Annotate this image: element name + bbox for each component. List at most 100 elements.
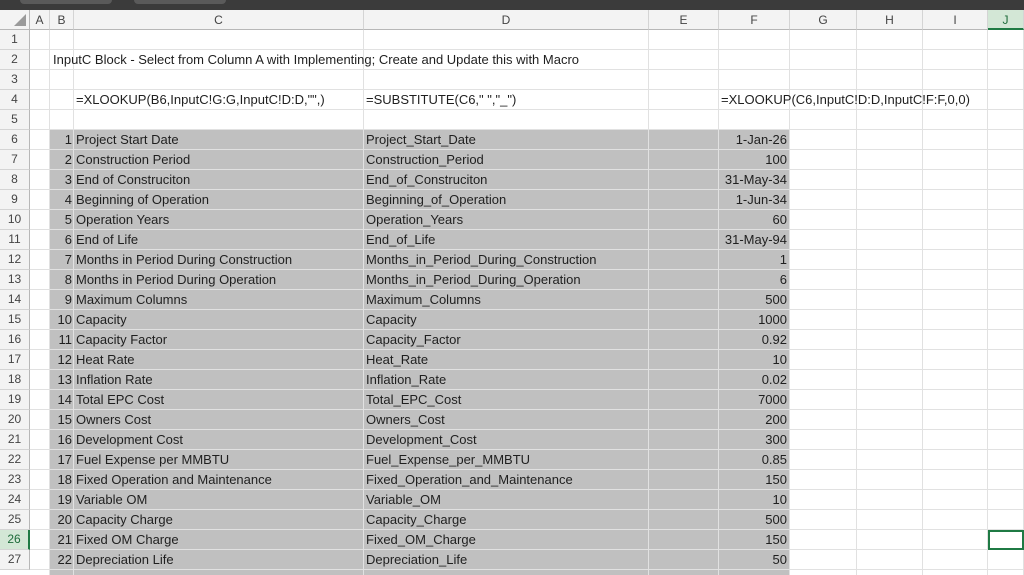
parameter-value-cell[interactable]: 200 (719, 410, 787, 430)
parameter-value-cell[interactable]: 7000 (719, 390, 787, 410)
row-header-8[interactable]: 8 (0, 170, 30, 190)
parameter-name-cell[interactable]: Total EPC Cost (76, 390, 164, 410)
parameter-key-cell[interactable]: Heat_Rate (366, 350, 428, 370)
parameter-key-cell[interactable]: Fuel_Expense_per_MMBTU (366, 450, 530, 470)
row-header-20[interactable]: 20 (0, 410, 30, 430)
index-cell[interactable]: 19 (50, 490, 72, 510)
column-header-a[interactable]: A (30, 10, 50, 30)
parameter-name-cell[interactable]: Operation Years (76, 210, 169, 230)
column-header-h[interactable]: H (857, 10, 923, 30)
row-header-24[interactable]: 24 (0, 490, 30, 510)
parameter-value-cell[interactable]: 10 (719, 350, 787, 370)
parameter-name-cell[interactable]: Capacity (76, 310, 127, 330)
index-cell[interactable]: 22 (50, 550, 72, 570)
parameter-key-cell[interactable]: Inflation_Rate (366, 370, 446, 390)
row-header-12[interactable]: 12 (0, 250, 30, 270)
row-header-9[interactable]: 9 (0, 190, 30, 210)
row-header-1[interactable]: 1 (0, 30, 30, 50)
index-cell[interactable]: 14 (50, 390, 72, 410)
index-cell[interactable]: 12 (50, 350, 72, 370)
parameter-name-cell[interactable]: Construction Period (76, 150, 190, 170)
parameter-value-cell[interactable]: 1000 (719, 310, 787, 330)
parameter-name-cell[interactable]: Beginning of Operation (76, 190, 209, 210)
index-cell[interactable]: 13 (50, 370, 72, 390)
parameter-key-cell[interactable]: Fixed_Operation_and_Maintenance (366, 470, 573, 490)
parameter-name-cell[interactable]: Variable OM (76, 490, 147, 510)
row-header-16[interactable]: 16 (0, 330, 30, 350)
parameter-value-cell[interactable]: 50 (719, 550, 787, 570)
index-cell[interactable]: 2 (50, 150, 72, 170)
parameter-name-cell[interactable]: Depreciation Life (76, 550, 174, 570)
row-header-7[interactable]: 7 (0, 150, 30, 170)
parameter-key-cell[interactable]: Months_in_Period_During_Construction (366, 250, 597, 270)
parameter-name-cell[interactable]: Owners Cost (76, 410, 151, 430)
parameter-key-cell[interactable]: Development_Cost (366, 430, 477, 450)
parameter-name-cell[interactable]: Fixed Operation and Maintenance (76, 470, 272, 490)
parameter-value-cell[interactable]: 100 (719, 150, 787, 170)
parameter-key-cell[interactable]: Months_in_Period_During_Operation (366, 270, 581, 290)
parameter-key-cell[interactable]: Construction_Period (366, 150, 484, 170)
row-header-13[interactable]: 13 (0, 270, 30, 290)
index-cell[interactable]: 3 (50, 170, 72, 190)
row-header-14[interactable]: 14 (0, 290, 30, 310)
parameter-name-cell[interactable]: Maximum Columns (76, 290, 187, 310)
parameter-key-cell[interactable]: Depreciation_Life (366, 550, 467, 570)
parameter-value-cell[interactable]: 60 (719, 210, 787, 230)
parameter-name-cell[interactable]: Capacity Factor (76, 330, 167, 350)
formula-cell-c4[interactable]: =XLOOKUP(B6,InputC!G:G,InputC!D:D,"",) (76, 90, 325, 110)
parameter-value-cell[interactable]: 150 (719, 470, 787, 490)
index-cell[interactable]: 20 (50, 510, 72, 530)
formula-cell-f4[interactable]: =XLOOKUP(C6,InputC!D:D,InputC!F:F,0,0) (721, 90, 970, 110)
row-header-6[interactable]: 6 (0, 130, 30, 150)
index-cell[interactable]: 8 (50, 270, 72, 290)
parameter-value-cell[interactable]: 0.85 (719, 450, 787, 470)
active-cell-selection[interactable] (988, 530, 1024, 550)
row-header-27[interactable]: 27 (0, 550, 30, 570)
parameter-value-cell[interactable]: 500 (719, 290, 787, 310)
row-header-5[interactable]: 5 (0, 110, 30, 130)
spreadsheet-grid[interactable]: A B C D E F G H I J 1 2 3 4 5 6 7 8 9 10 11 12 13 14 15 16 17 18 19 2… (0, 10, 1024, 575)
parameter-value-cell[interactable]: 31-May-94 (719, 230, 787, 250)
parameter-key-cell[interactable]: Capacity (366, 310, 417, 330)
row-header-11[interactable]: 11 (0, 230, 30, 250)
index-cell[interactable]: 5 (50, 210, 72, 230)
parameter-key-cell[interactable]: Beginning_of_Operation (366, 190, 506, 210)
parameter-value-cell[interactable]: 10 (719, 490, 787, 510)
index-cell[interactable]: 15 (50, 410, 72, 430)
parameter-key-cell[interactable]: End_of_Life (366, 230, 435, 250)
row-header-10[interactable]: 10 (0, 210, 30, 230)
parameter-value-cell[interactable]: 1-Jun-34 (719, 190, 787, 210)
parameter-name-cell[interactable]: Inflation Rate (76, 370, 153, 390)
parameter-name-cell[interactable]: Fuel Expense per MMBTU (76, 450, 229, 470)
row-header-3[interactable]: 3 (0, 70, 30, 90)
index-cell[interactable]: 11 (50, 330, 73, 350)
row-header-23[interactable]: 23 (0, 470, 30, 490)
index-cell[interactable]: 18 (50, 470, 72, 490)
parameter-key-cell[interactable]: Operation_Years (366, 210, 463, 230)
column-header-c[interactable]: C (74, 10, 364, 30)
select-all-button[interactable] (0, 10, 30, 30)
parameter-key-cell[interactable]: Total_EPC_Cost (366, 390, 461, 410)
parameter-name-cell[interactable]: Heat Rate (76, 350, 135, 370)
parameter-value-cell[interactable]: 0.02 (719, 370, 787, 390)
parameter-key-cell[interactable]: Project_Start_Date (366, 130, 476, 150)
row-header-26[interactable]: 26 (0, 530, 30, 550)
index-cell[interactable]: 10 (50, 310, 72, 330)
parameter-key-cell[interactable]: Owners_Cost (366, 410, 445, 430)
row-header-22[interactable]: 22 (0, 450, 30, 470)
index-cell[interactable]: 17 (50, 450, 72, 470)
index-cell[interactable]: 7 (50, 250, 72, 270)
parameter-value-cell[interactable]: 500 (719, 510, 787, 530)
parameter-name-cell[interactable]: Months in Period During Construction (76, 250, 292, 270)
parameter-key-cell[interactable]: Fixed_OM_Charge (366, 530, 476, 550)
parameter-key-cell[interactable]: Capacity_Factor (366, 330, 461, 350)
parameter-name-cell[interactable]: Months in Period During Operation (76, 270, 276, 290)
parameter-value-cell[interactable]: 150 (719, 530, 787, 550)
parameter-value-cell[interactable]: 1-Jan-26 (719, 130, 787, 150)
formula-cell-d4[interactable]: =SUBSTITUTE(C6," ","_") (366, 90, 516, 110)
parameter-key-cell[interactable]: End_of_Construciton (366, 170, 487, 190)
row-header-2[interactable]: 2 (0, 50, 30, 70)
parameter-key-cell[interactable]: Maximum_Columns (366, 290, 481, 310)
column-header-b[interactable]: B (50, 10, 74, 30)
row-header-19[interactable]: 19 (0, 390, 30, 410)
